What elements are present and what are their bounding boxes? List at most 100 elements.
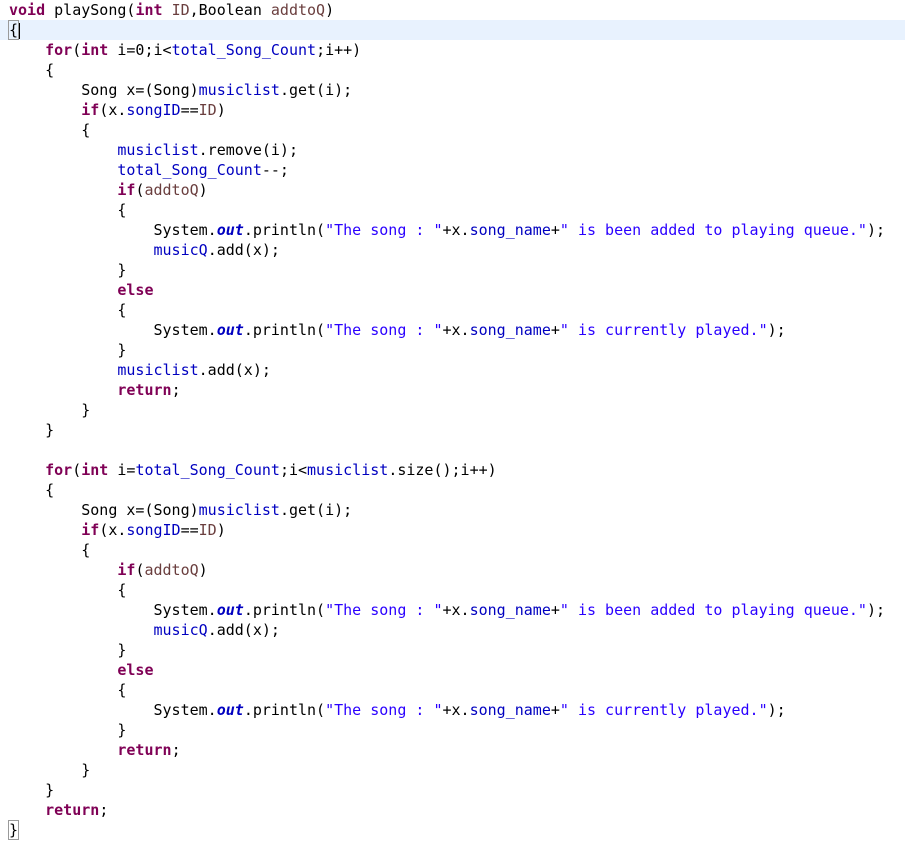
code-token-plain: } bbox=[9, 781, 55, 799]
code-line[interactable]: } bbox=[9, 400, 905, 420]
code-line[interactable]: System.out.println("The song : "+x.song_… bbox=[9, 220, 905, 240]
code-line[interactable]: if(x.songID==ID) bbox=[9, 100, 905, 120]
code-token-plain: { bbox=[9, 681, 127, 699]
code-line[interactable]: { bbox=[9, 680, 905, 700]
code-line[interactable]: for(int i=0;i<total_Song_Count;i++) bbox=[9, 40, 905, 60]
code-token-keyword: return bbox=[45, 801, 100, 819]
code-token-string: " is been added to playing queue." bbox=[559, 221, 867, 239]
code-token-field: song_name bbox=[469, 701, 551, 719]
code-line[interactable]: else bbox=[9, 280, 905, 300]
code-line[interactable]: musicQ.add(x); bbox=[9, 620, 905, 640]
code-line[interactable]: { bbox=[9, 300, 905, 320]
code-token-plain: (x. bbox=[99, 521, 127, 539]
code-line[interactable]: musicQ.add(x); bbox=[9, 240, 905, 260]
code-line[interactable]: return; bbox=[9, 740, 905, 760]
code-token-param: addtoQ bbox=[144, 561, 199, 579]
code-line[interactable]: { bbox=[9, 120, 905, 140]
code-line[interactable]: } bbox=[9, 780, 905, 800]
code-token-keyword: if bbox=[81, 521, 100, 539]
code-line[interactable]: System.out.println("The song : "+x.song_… bbox=[9, 320, 905, 340]
code-line[interactable] bbox=[9, 440, 905, 460]
code-token-field: musiclist bbox=[198, 501, 280, 519]
code-token-plain: == bbox=[180, 521, 199, 539]
code-line[interactable]: System.out.println("The song : "+x.song_… bbox=[9, 700, 905, 720]
code-token-plain: .size();i++) bbox=[388, 461, 497, 479]
code-line[interactable]: Song x=(Song)musiclist.get(i); bbox=[9, 80, 905, 100]
code-token-plain: ( bbox=[72, 41, 82, 59]
code-line[interactable]: { bbox=[9, 580, 905, 600]
code-line[interactable]: for(int i=total_Song_Count;i<musiclist.s… bbox=[9, 460, 905, 480]
code-line[interactable]: void playSong(int ID,Boolean addtoQ) bbox=[9, 0, 905, 20]
code-token-plain: ;i< bbox=[279, 461, 308, 479]
code-token-plain: .get(i); bbox=[279, 81, 353, 99]
code-token-string: " is currently played." bbox=[559, 701, 768, 719]
code-token-plain: } bbox=[9, 761, 91, 779]
code-line[interactable]: } bbox=[9, 720, 905, 740]
code-token-keyword: void bbox=[9, 1, 46, 19]
code-token-keyword: int bbox=[135, 1, 163, 19]
code-line[interactable]: } bbox=[9, 420, 905, 440]
code-line[interactable]: { bbox=[9, 540, 905, 560]
code-line[interactable]: if(addtoQ) bbox=[9, 180, 905, 200]
code-token-keyword: if bbox=[117, 181, 136, 199]
code-line[interactable]: return; bbox=[9, 380, 905, 400]
code-token-plain: +x. bbox=[442, 221, 470, 239]
code-line[interactable]: { bbox=[0, 20, 905, 40]
code-token-plain: System. bbox=[9, 321, 217, 339]
code-line[interactable]: return; bbox=[9, 800, 905, 820]
code-line[interactable]: total_Song_Count--; bbox=[9, 160, 905, 180]
code-token-plain: } bbox=[9, 721, 127, 739]
code-token-plain: { bbox=[9, 301, 127, 319]
code-token-keyword: for bbox=[45, 461, 73, 479]
code-token-plain: { bbox=[9, 61, 55, 79]
code-line[interactable]: { bbox=[9, 60, 905, 80]
code-line[interactable]: } bbox=[9, 340, 905, 360]
code-token-field: total_Song_Count bbox=[117, 161, 262, 179]
code-line[interactable]: } bbox=[9, 760, 905, 780]
code-token-field: song_name bbox=[469, 221, 551, 239]
code-line[interactable]: } bbox=[9, 640, 905, 660]
code-token-keyword: int bbox=[81, 41, 109, 59]
code-token-field: songID bbox=[126, 521, 181, 539]
code-token-field: total_Song_Count bbox=[171, 41, 317, 59]
code-token-string: "The song : " bbox=[325, 321, 443, 339]
code-token-plain: ); bbox=[866, 221, 886, 239]
code-token-field: musicQ bbox=[153, 621, 208, 639]
code-token-plain: ) bbox=[198, 561, 208, 579]
code-editor[interactable]: void playSong(int ID,Boolean addtoQ){ fo… bbox=[0, 0, 905, 847]
code-line[interactable]: else bbox=[9, 660, 905, 680]
code-line[interactable]: musiclist.add(x); bbox=[9, 360, 905, 380]
code-token-plain: + bbox=[550, 701, 560, 719]
code-token-plain: .add(x); bbox=[207, 621, 280, 639]
code-line[interactable]: System.out.println("The song : "+x.song_… bbox=[9, 600, 905, 620]
code-line[interactable]: if(x.songID==ID) bbox=[9, 520, 905, 540]
code-line[interactable]: } bbox=[7, 820, 905, 840]
text-caret bbox=[19, 22, 21, 39]
code-token-plain: .get(i); bbox=[279, 501, 353, 519]
code-line[interactable]: } bbox=[9, 260, 905, 280]
code-line[interactable]: if(addtoQ) bbox=[9, 560, 905, 580]
code-token-plain: ; bbox=[99, 801, 109, 819]
code-line[interactable]: Song x=(Song)musiclist.get(i); bbox=[9, 500, 905, 520]
code-token-keyword: if bbox=[81, 101, 100, 119]
code-token-string: "The song : " bbox=[325, 701, 443, 719]
code-token-plain: ) bbox=[198, 181, 208, 199]
code-token-field: musiclist bbox=[198, 81, 280, 99]
code-line[interactable]: { bbox=[9, 480, 905, 500]
code-token-plain: ,Boolean bbox=[189, 1, 271, 19]
code-token-plain: ) bbox=[216, 521, 226, 539]
code-line[interactable]: musiclist.remove(i); bbox=[9, 140, 905, 160]
code-token-plain: { bbox=[9, 201, 127, 219]
code-token-field: musiclist bbox=[117, 141, 199, 159]
code-token-plain: ) bbox=[216, 101, 226, 119]
code-line[interactable]: { bbox=[9, 200, 905, 220]
code-token-param: ID bbox=[198, 101, 217, 119]
